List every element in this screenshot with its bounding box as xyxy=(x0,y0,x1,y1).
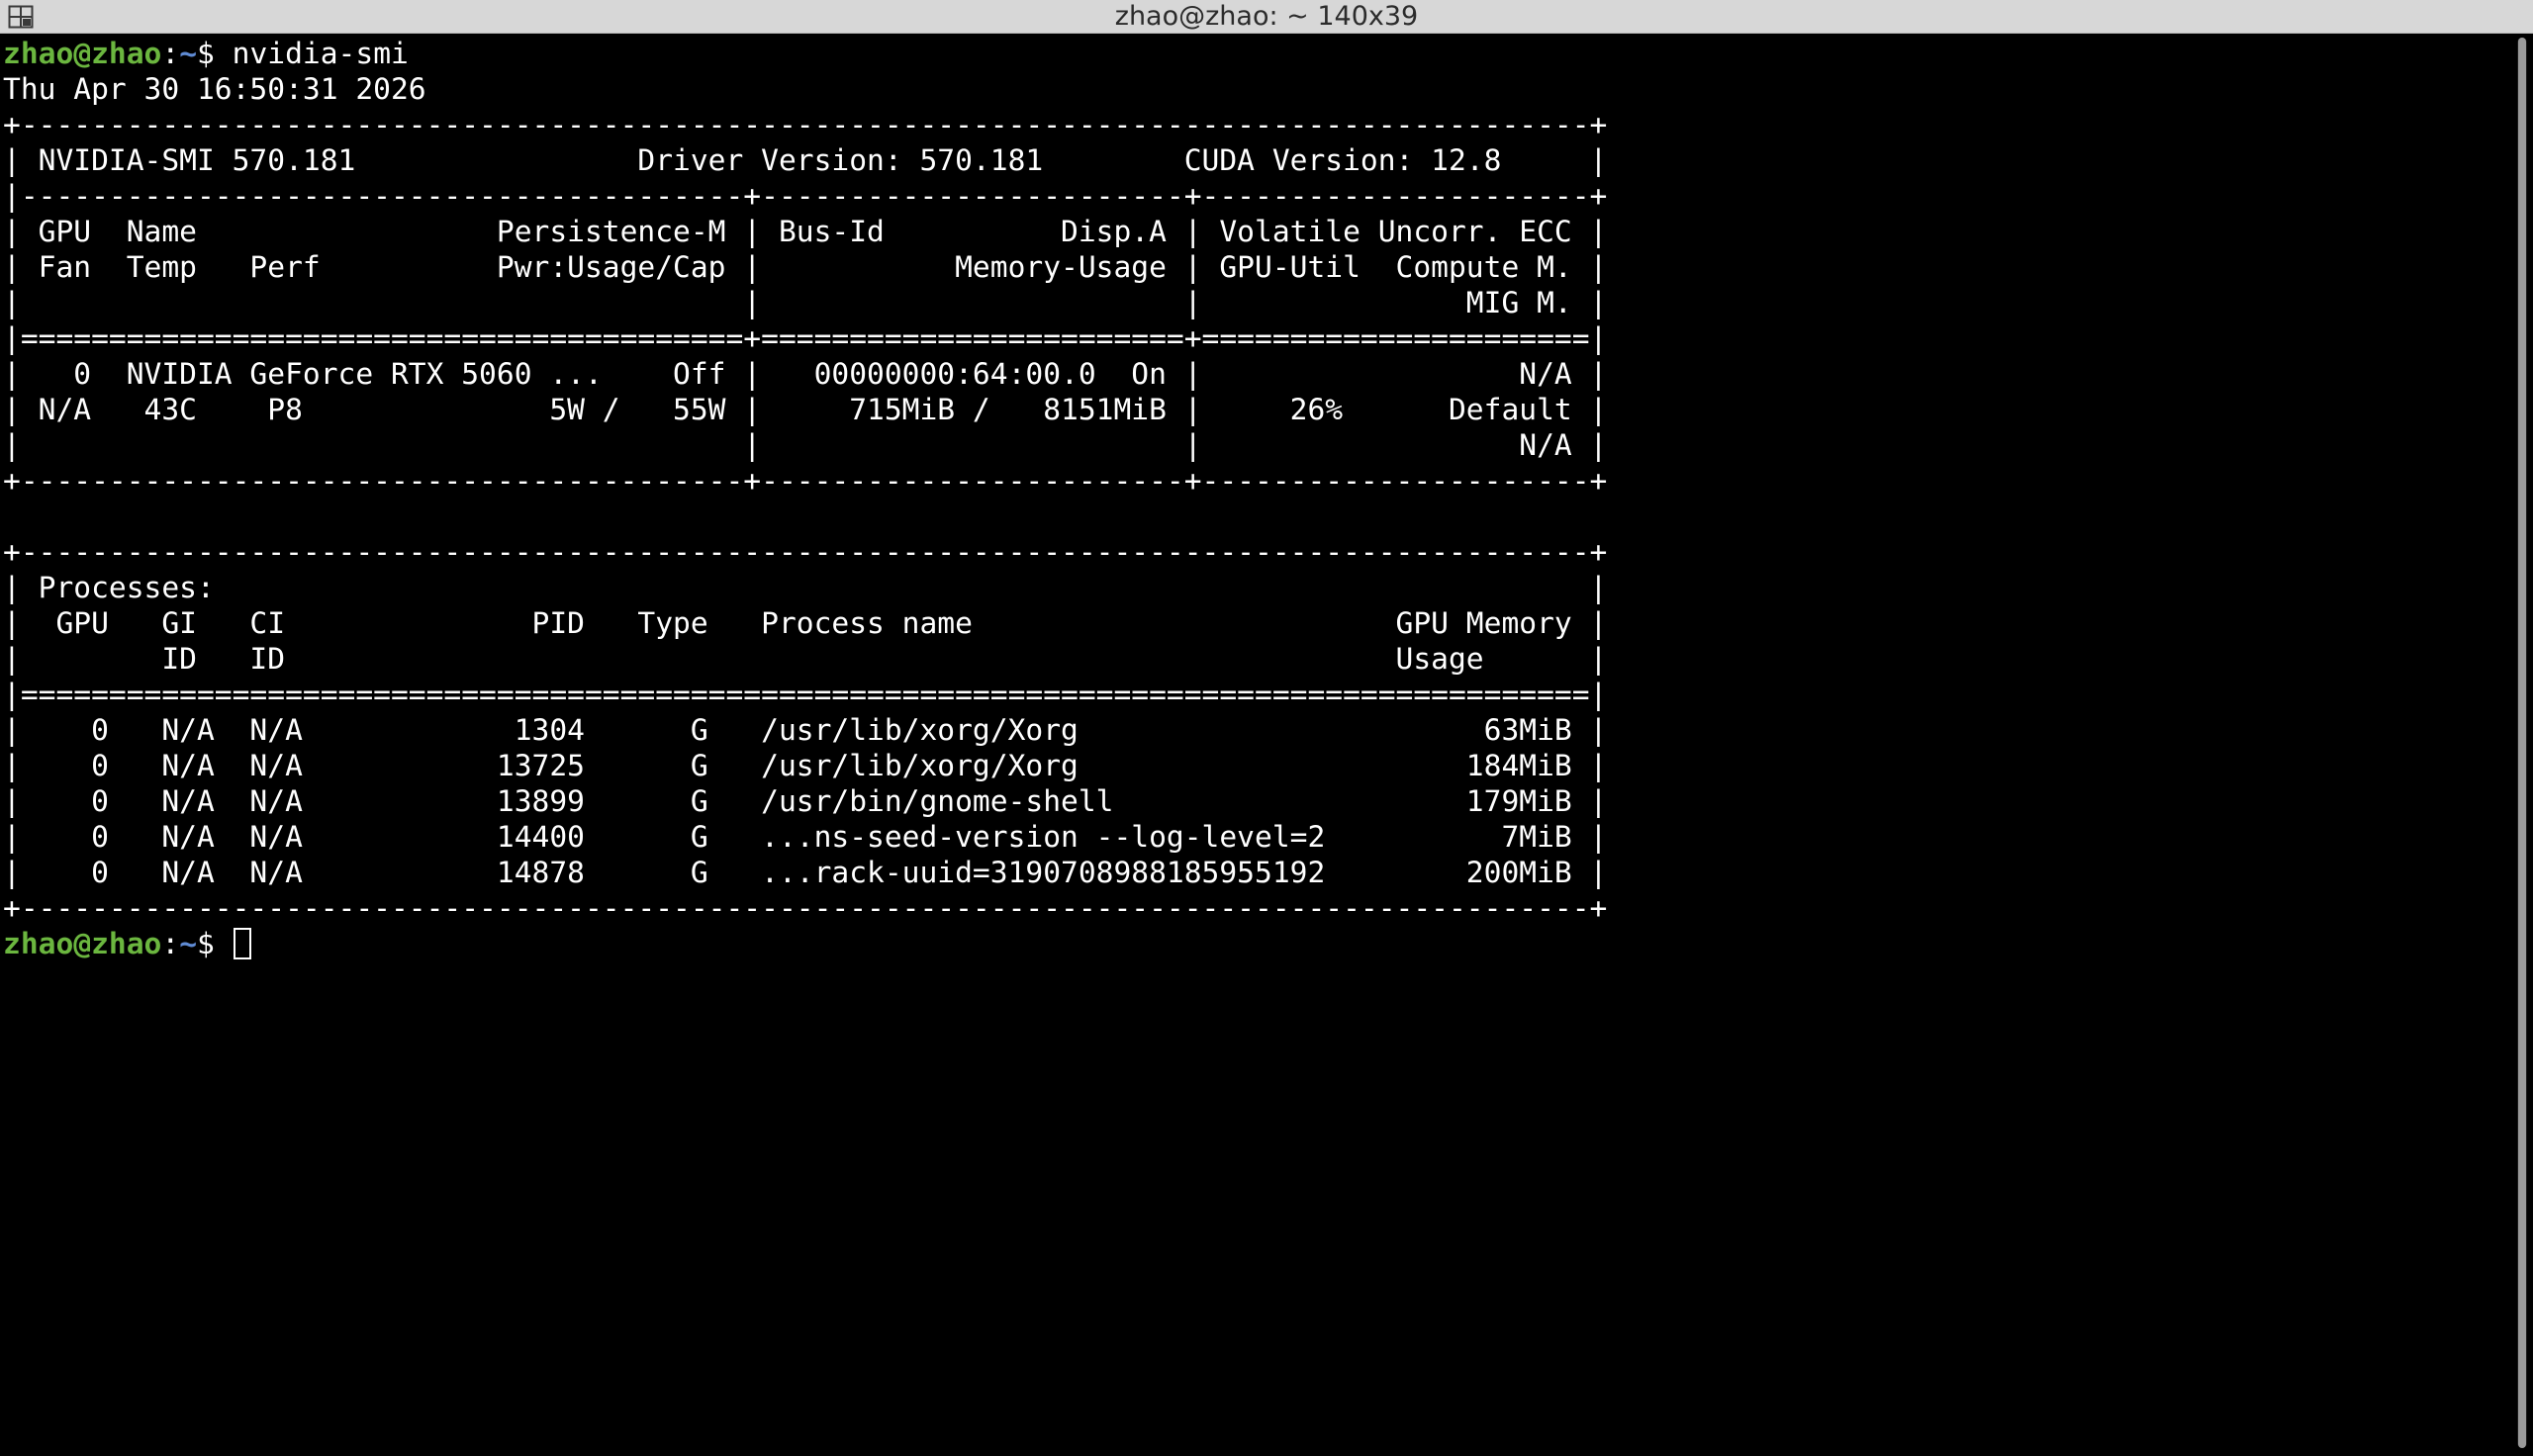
scrollbar-thumb[interactable] xyxy=(2518,38,2526,1448)
prompt-path: ~ xyxy=(179,37,198,70)
terminal-window: zhao@zhao: ~ 140x39 zhao@zhao:~$ nvidia-… xyxy=(0,0,2533,1456)
command-text: nvidia-smi xyxy=(232,37,409,70)
output-line: | 0 NVIDIA GeForce RTX 5060 ... Off | 00… xyxy=(3,357,1608,391)
output-line: | | | N/A | xyxy=(3,428,1608,462)
window-title: zhao@zhao: ~ 140x39 xyxy=(1114,1,1419,32)
output-line: |---------------------------------------… xyxy=(3,179,1608,213)
vertical-scrollbar[interactable] xyxy=(2517,38,2527,1448)
output-line: | 0 N/A N/A 14400 G ...ns-seed-version -… xyxy=(3,820,1608,854)
current-prompt-line[interactable]: zhao@zhao:~$ xyxy=(3,926,2496,961)
prompt-colon: : xyxy=(161,37,180,70)
output-line: | 0 N/A N/A 13725 G /usr/lib/xorg/Xorg 1… xyxy=(3,749,1608,782)
prompt-user-host: zhao@zhao xyxy=(3,927,162,960)
output-line: | 0 N/A N/A 14878 G ...rack-uuid=3190708… xyxy=(3,856,1608,889)
nvidia-smi-output: +---------------------------------------… xyxy=(3,107,2496,926)
terminal-content[interactable]: zhao@zhao:~$ nvidia-smi Thu Apr 30 16:50… xyxy=(3,36,2496,1450)
output-line: | Fan Temp Perf Pwr:Usage/Cap | Memory-U… xyxy=(3,250,1608,284)
output-line: | 0 N/A N/A 1304 G /usr/lib/xorg/Xorg 63… xyxy=(3,713,1608,747)
output-line: +---------------------------------------… xyxy=(3,891,1608,925)
output-line: |=======================================… xyxy=(3,321,1608,355)
command-line: zhao@zhao:~$ nvidia-smi xyxy=(3,36,2496,71)
output-line: |=======================================… xyxy=(3,678,1608,711)
title-bar[interactable]: zhao@zhao: ~ 140x39 xyxy=(0,0,2533,34)
output-line: | ID ID Usage | xyxy=(3,642,1608,676)
output-line: | 0 N/A N/A 13899 G /usr/bin/gnome-shell… xyxy=(3,784,1608,818)
prompt-symbol: $ xyxy=(197,37,233,70)
output-line: | | | MIG M. | xyxy=(3,286,1608,319)
prompt-user-host: zhao@zhao xyxy=(3,37,162,70)
output-line: | Processes: | xyxy=(3,571,1608,604)
prompt-symbol: $ xyxy=(197,927,233,960)
text-cursor xyxy=(233,928,251,959)
output-line: +---------------------------------------… xyxy=(3,535,1608,569)
output-line: | NVIDIA-SMI 570.181 Driver Version: 570… xyxy=(3,143,1608,177)
prompt-colon: : xyxy=(161,927,180,960)
output-line: | GPU Name Persistence-M | Bus-Id Disp.A… xyxy=(3,215,1608,248)
output-line: | GPU GI CI PID Type Process name GPU Me… xyxy=(3,606,1608,640)
prompt-path: ~ xyxy=(179,927,198,960)
output-line: +---------------------------------------… xyxy=(3,464,1608,498)
output-line: +---------------------------------------… xyxy=(3,108,1608,141)
output-date: Thu Apr 30 16:50:31 2026 xyxy=(3,72,426,106)
output-line: | N/A 43C P8 5W / 55W | 715MiB / 8151MiB… xyxy=(3,393,1608,426)
